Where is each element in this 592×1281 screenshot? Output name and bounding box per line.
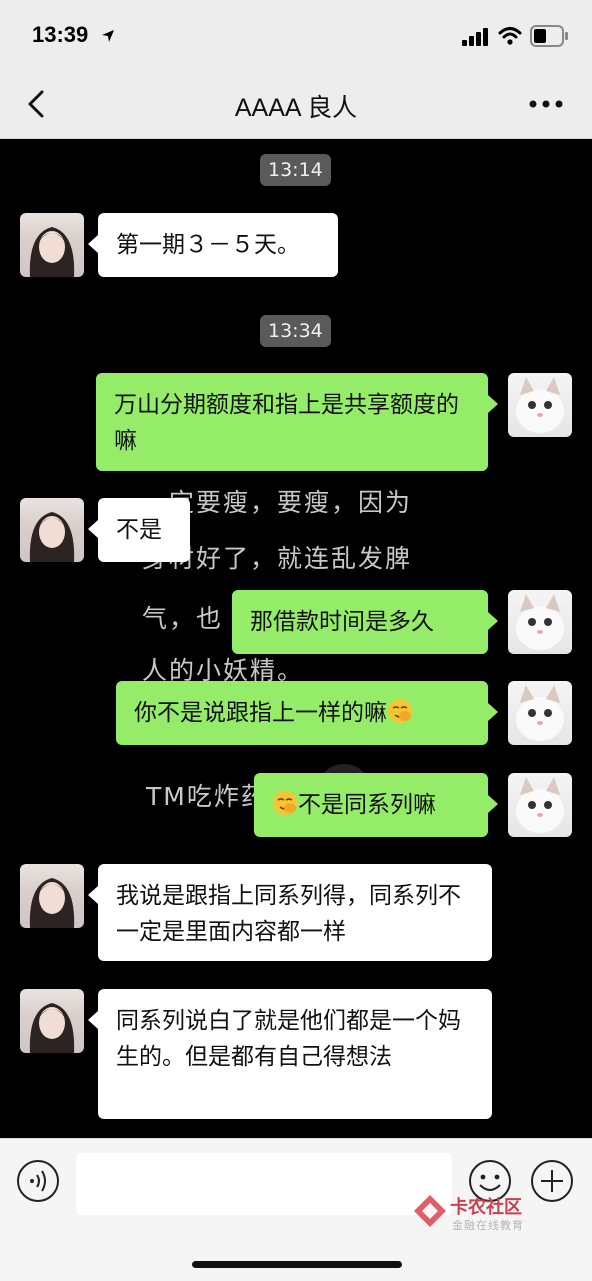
wallpaper-text-line: 气，也: [142, 604, 224, 633]
contact-avatar[interactable]: [20, 498, 84, 562]
message-text: 同系列说白了就是他们都是一个妈生的。但是都有自己得想法: [116, 1008, 461, 1070]
input-bar: 卡农社区 金融在线教育: [0, 1138, 592, 1281]
watermark-sub: 金融在线教育: [452, 1219, 524, 1232]
timestamp-chip: 13:14: [260, 154, 331, 186]
message-text: 那借款时间是多久: [250, 609, 434, 635]
message-text: 我说是跟指上同系列得，同系列不一定是里面内容都一样: [116, 883, 461, 945]
my-avatar[interactable]: [508, 373, 572, 437]
timestamp-chip: 13:34: [260, 315, 331, 347]
message-bubble-incoming[interactable]: 不是: [88, 498, 190, 562]
message-bubble-outgoing[interactable]: 那借款时间是多久: [232, 590, 498, 654]
voice-input-icon[interactable]: [16, 1159, 60, 1203]
wifi-icon: [498, 27, 522, 45]
facepalm-emoji-icon: [388, 699, 412, 723]
message-bubble-outgoing[interactable]: 万山分期额度和指上是共享额度的嘛: [96, 373, 498, 471]
my-avatar[interactable]: [508, 590, 572, 654]
message-text: 不是同系列嘛: [298, 792, 436, 818]
message-text: 第一期３－５天。: [116, 232, 300, 258]
signal-icon: [462, 28, 488, 46]
my-avatar[interactable]: [508, 681, 572, 745]
watermark: 卡农社区 金融在线教育: [412, 1191, 532, 1233]
message-text: 万山分期额度和指上是共享额度的嘛: [114, 392, 459, 454]
contact-avatar[interactable]: [20, 989, 84, 1053]
battery-icon: [530, 25, 568, 47]
my-avatar[interactable]: [508, 773, 572, 837]
more-actions-plus-icon[interactable]: [530, 1159, 574, 1203]
message-input[interactable]: [76, 1153, 452, 1215]
contact-avatar[interactable]: [20, 213, 84, 277]
message-text: 你不是说跟指上一样的嘛: [134, 700, 387, 726]
watermark-main: 卡农社区: [450, 1197, 522, 1218]
location-arrow-icon: [102, 30, 114, 42]
message-bubble-incoming[interactable]: 第一期３－５天。: [88, 213, 338, 277]
facepalm-emoji-icon: [273, 791, 297, 815]
chat-title: AAAA 良人: [234, 94, 358, 122]
message-bubble-outgoing[interactable]: 你不是说跟指上一样的嘛: [116, 681, 498, 745]
message-bubble-outgoing[interactable]: 不是同系列嘛: [254, 773, 498, 837]
message-bubble-incoming[interactable]: 同系列说白了就是他们都是一个妈生的。但是都有自己得想法: [88, 989, 492, 1119]
chat-header: AAAA 良人: [0, 70, 592, 139]
chat-area[interactable]: 一定要瘦，要瘦，因为 身材好了，就连乱发脾 气，也 人的小妖精。 TM吃炸药 1…: [0, 139, 592, 1139]
more-options-icon[interactable]: [528, 96, 564, 112]
watermark-logo-icon: [414, 1195, 446, 1227]
contact-avatar[interactable]: [20, 864, 84, 928]
home-indicator: [192, 1261, 402, 1268]
message-bubble-incoming[interactable]: 我说是跟指上同系列得，同系列不一定是里面内容都一样: [88, 864, 492, 961]
status-time: 13:39: [32, 22, 89, 47]
wallpaper-text-line: TM吃炸药: [146, 782, 268, 811]
status-bar: 13:39: [0, 0, 592, 70]
message-text: 不是: [116, 517, 162, 543]
